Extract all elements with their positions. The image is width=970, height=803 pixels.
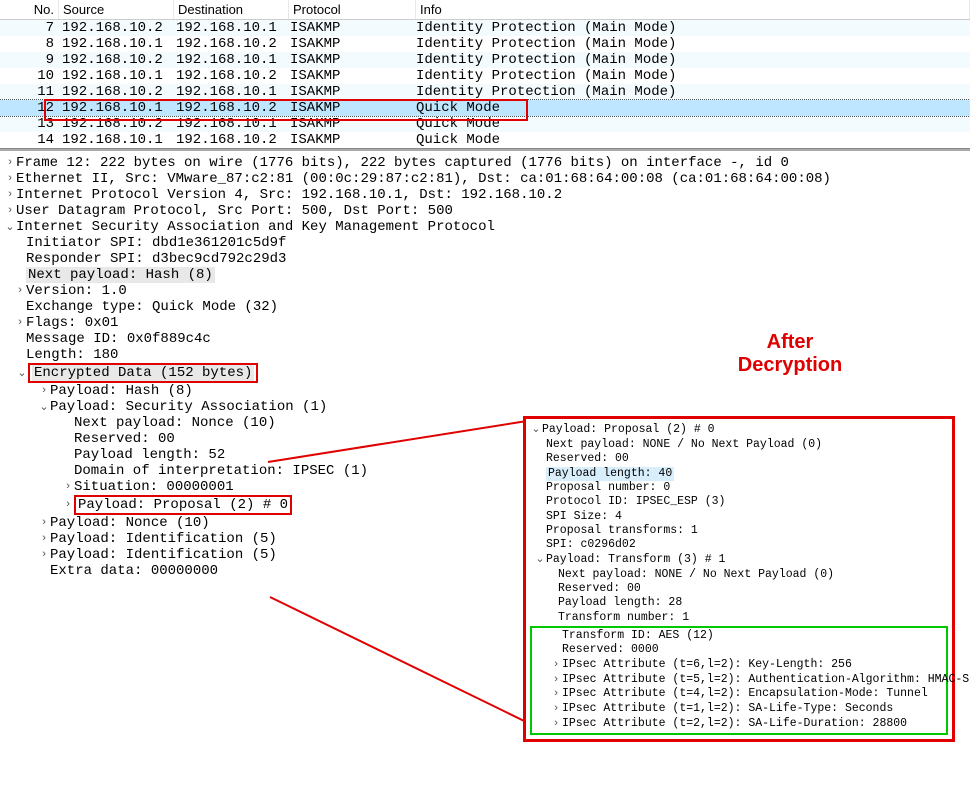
table-row[interactable]: 11 192.168.10.2 192.168.10.1 ISAKMP Iden… <box>0 84 970 100</box>
dec-field: Protocol ID: IPSEC_ESP (3) <box>530 495 948 509</box>
dec-ipsec-attr: ›IPsec Attribute (t=4,l=2): Encapsulatio… <box>534 687 944 702</box>
tree-field-version[interactable]: ›Version: 1.0 <box>2 283 968 299</box>
annotation-box-row <box>44 99 528 121</box>
dec-field: SPI: c0296d02 <box>530 538 948 552</box>
chevron-down-icon[interactable]: ⌄ <box>38 400 50 414</box>
cell-proto: ISAKMP <box>286 20 412 36</box>
tree-field-responder-spi[interactable]: Responder SPI: d3bec9cd792c29d3 <box>2 251 968 267</box>
chevron-right-icon[interactable]: › <box>14 285 26 297</box>
annotation-after-decryption-title: After Decryption <box>690 331 890 377</box>
dec-payload-proposal: ⌄Payload: Proposal (2) # 0 <box>530 423 948 438</box>
dec-field: Proposal number: 0 <box>530 481 948 495</box>
chevron-right-icon: › <box>550 703 562 717</box>
dec-field: Reserved: 00 <box>530 452 948 466</box>
col-header-source[interactable]: Source <box>59 0 174 19</box>
col-header-dest[interactable]: Destination <box>174 0 289 19</box>
dec-ipsec-attr: ›IPsec Attribute (t=1,l=2): SA-Life-Type… <box>534 702 944 717</box>
dec-field-transform-id: Transform ID: AES (12) <box>534 629 944 643</box>
chevron-down-icon[interactable]: ⌄ <box>4 220 16 234</box>
chevron-right-icon[interactable]: › <box>38 517 50 529</box>
table-row[interactable]: 9 192.168.10.2 192.168.10.1 ISAKMP Ident… <box>0 52 970 68</box>
chevron-right-icon[interactable]: › <box>4 157 16 169</box>
col-header-proto[interactable]: Protocol <box>289 0 416 19</box>
dec-field: Payload length: 28 <box>530 596 948 610</box>
tree-item-isakmp[interactable]: ⌄Internet Security Association and Key M… <box>2 219 968 235</box>
cell-source: 192.168.10.2 <box>58 20 172 36</box>
chevron-down-icon: ⌄ <box>534 554 546 568</box>
packet-list-table[interactable]: No. Source Destination Protocol Info 7 1… <box>0 0 970 149</box>
chevron-right-icon[interactable]: › <box>38 533 50 545</box>
tree-field-next-payload[interactable]: Next payload: Hash (8) <box>2 267 968 283</box>
dec-payload-transform: ⌄Payload: Transform (3) # 1 <box>530 553 948 568</box>
dec-field: Reserved: 00 <box>530 582 948 596</box>
chevron-right-icon[interactable]: › <box>4 205 16 217</box>
dec-field: SPI Size: 4 <box>530 510 948 524</box>
cell-info: Identity Protection (Main Mode) <box>412 20 970 36</box>
tree-item-udp[interactable]: ›User Datagram Protocol, Src Port: 500, … <box>2 203 968 219</box>
table-row[interactable]: 8 192.168.10.1 192.168.10.2 ISAKMP Ident… <box>0 36 970 52</box>
dec-field-payload-length: Payload length: 40 <box>530 467 948 481</box>
packet-list-header: No. Source Destination Protocol Info <box>0 0 970 20</box>
tree-item-ip[interactable]: ›Internet Protocol Version 4, Src: 192.1… <box>2 187 968 203</box>
packet-details-tree[interactable]: ›Frame 12: 222 bytes on wire (1776 bits)… <box>0 149 970 583</box>
chevron-right-icon[interactable]: › <box>62 499 74 511</box>
tree-item-ethernet[interactable]: ›Ethernet II, Src: VMware_87:c2:81 (00:0… <box>2 171 968 187</box>
chevron-down-icon: ⌄ <box>530 424 542 438</box>
dec-field: Proposal transforms: 1 <box>530 524 948 538</box>
chevron-right-icon: › <box>550 688 562 702</box>
annotation-green-box: Transform ID: AES (12) Reserved: 0000 ›I… <box>530 626 948 735</box>
col-header-info[interactable]: Info <box>416 0 970 19</box>
dec-field: Next payload: NONE / No Next Payload (0) <box>530 438 948 452</box>
col-header-no[interactable]: No. <box>0 0 59 19</box>
chevron-right-icon[interactable]: › <box>38 549 50 561</box>
tree-field-flags[interactable]: ›Flags: 0x01 <box>2 315 968 331</box>
tree-item-frame[interactable]: ›Frame 12: 222 bytes on wire (1776 bits)… <box>2 155 968 171</box>
annotation-box-proposal: Payload: Proposal (2) # 0 <box>74 495 292 515</box>
tree-field-exchange[interactable]: Exchange type: Quick Mode (32) <box>2 299 968 315</box>
chevron-right-icon: › <box>550 718 562 732</box>
tree-item-payload-hash[interactable]: ›Payload: Hash (8) <box>2 383 968 399</box>
chevron-right-icon[interactable]: › <box>14 317 26 329</box>
chevron-down-icon[interactable]: ⌄ <box>4 366 28 380</box>
dec-field: Transform number: 1 <box>530 611 948 625</box>
chevron-right-icon[interactable]: › <box>38 385 50 397</box>
dec-field: Reserved: 0000 <box>534 643 944 657</box>
cell-dest: 192.168.10.1 <box>172 20 286 36</box>
annotation-decryption-panel: ⌄Payload: Proposal (2) # 0 Next payload:… <box>523 416 955 742</box>
chevron-right-icon[interactable]: › <box>62 481 74 493</box>
dec-ipsec-attr: ›IPsec Attribute (t=2,l=2): SA-Life-Dura… <box>534 717 944 732</box>
cell-no: 7 <box>0 20 58 36</box>
dec-field: Next payload: NONE / No Next Payload (0) <box>530 568 948 582</box>
dec-ipsec-attr: ›IPsec Attribute (t=5,l=2): Authenticati… <box>534 673 944 688</box>
table-row-selected[interactable]: 12 192.168.10.1 192.168.10.2 ISAKMP Quic… <box>0 100 970 116</box>
annotation-connector-line <box>270 596 532 725</box>
tree-item-payload-sa[interactable]: ⌄Payload: Security Association (1) <box>2 399 968 415</box>
dec-ipsec-attr: ›IPsec Attribute (t=6,l=2): Key-Length: … <box>534 658 944 673</box>
table-row[interactable]: 14 192.168.10.1 192.168.10.2 ISAKMP Quic… <box>0 132 970 148</box>
chevron-right-icon[interactable]: › <box>4 173 16 185</box>
chevron-right-icon[interactable]: › <box>4 189 16 201</box>
annotation-box-encrypted: Encrypted Data (152 bytes) <box>28 363 258 383</box>
table-row[interactable]: 10 192.168.10.1 192.168.10.2 ISAKMP Iden… <box>0 68 970 84</box>
chevron-right-icon: › <box>550 659 562 673</box>
table-row[interactable]: 7 192.168.10.2 192.168.10.1 ISAKMP Ident… <box>0 20 970 36</box>
tree-field-initiator-spi[interactable]: Initiator SPI: dbd1e361201c5d9f <box>2 235 968 251</box>
chevron-right-icon: › <box>550 674 562 688</box>
